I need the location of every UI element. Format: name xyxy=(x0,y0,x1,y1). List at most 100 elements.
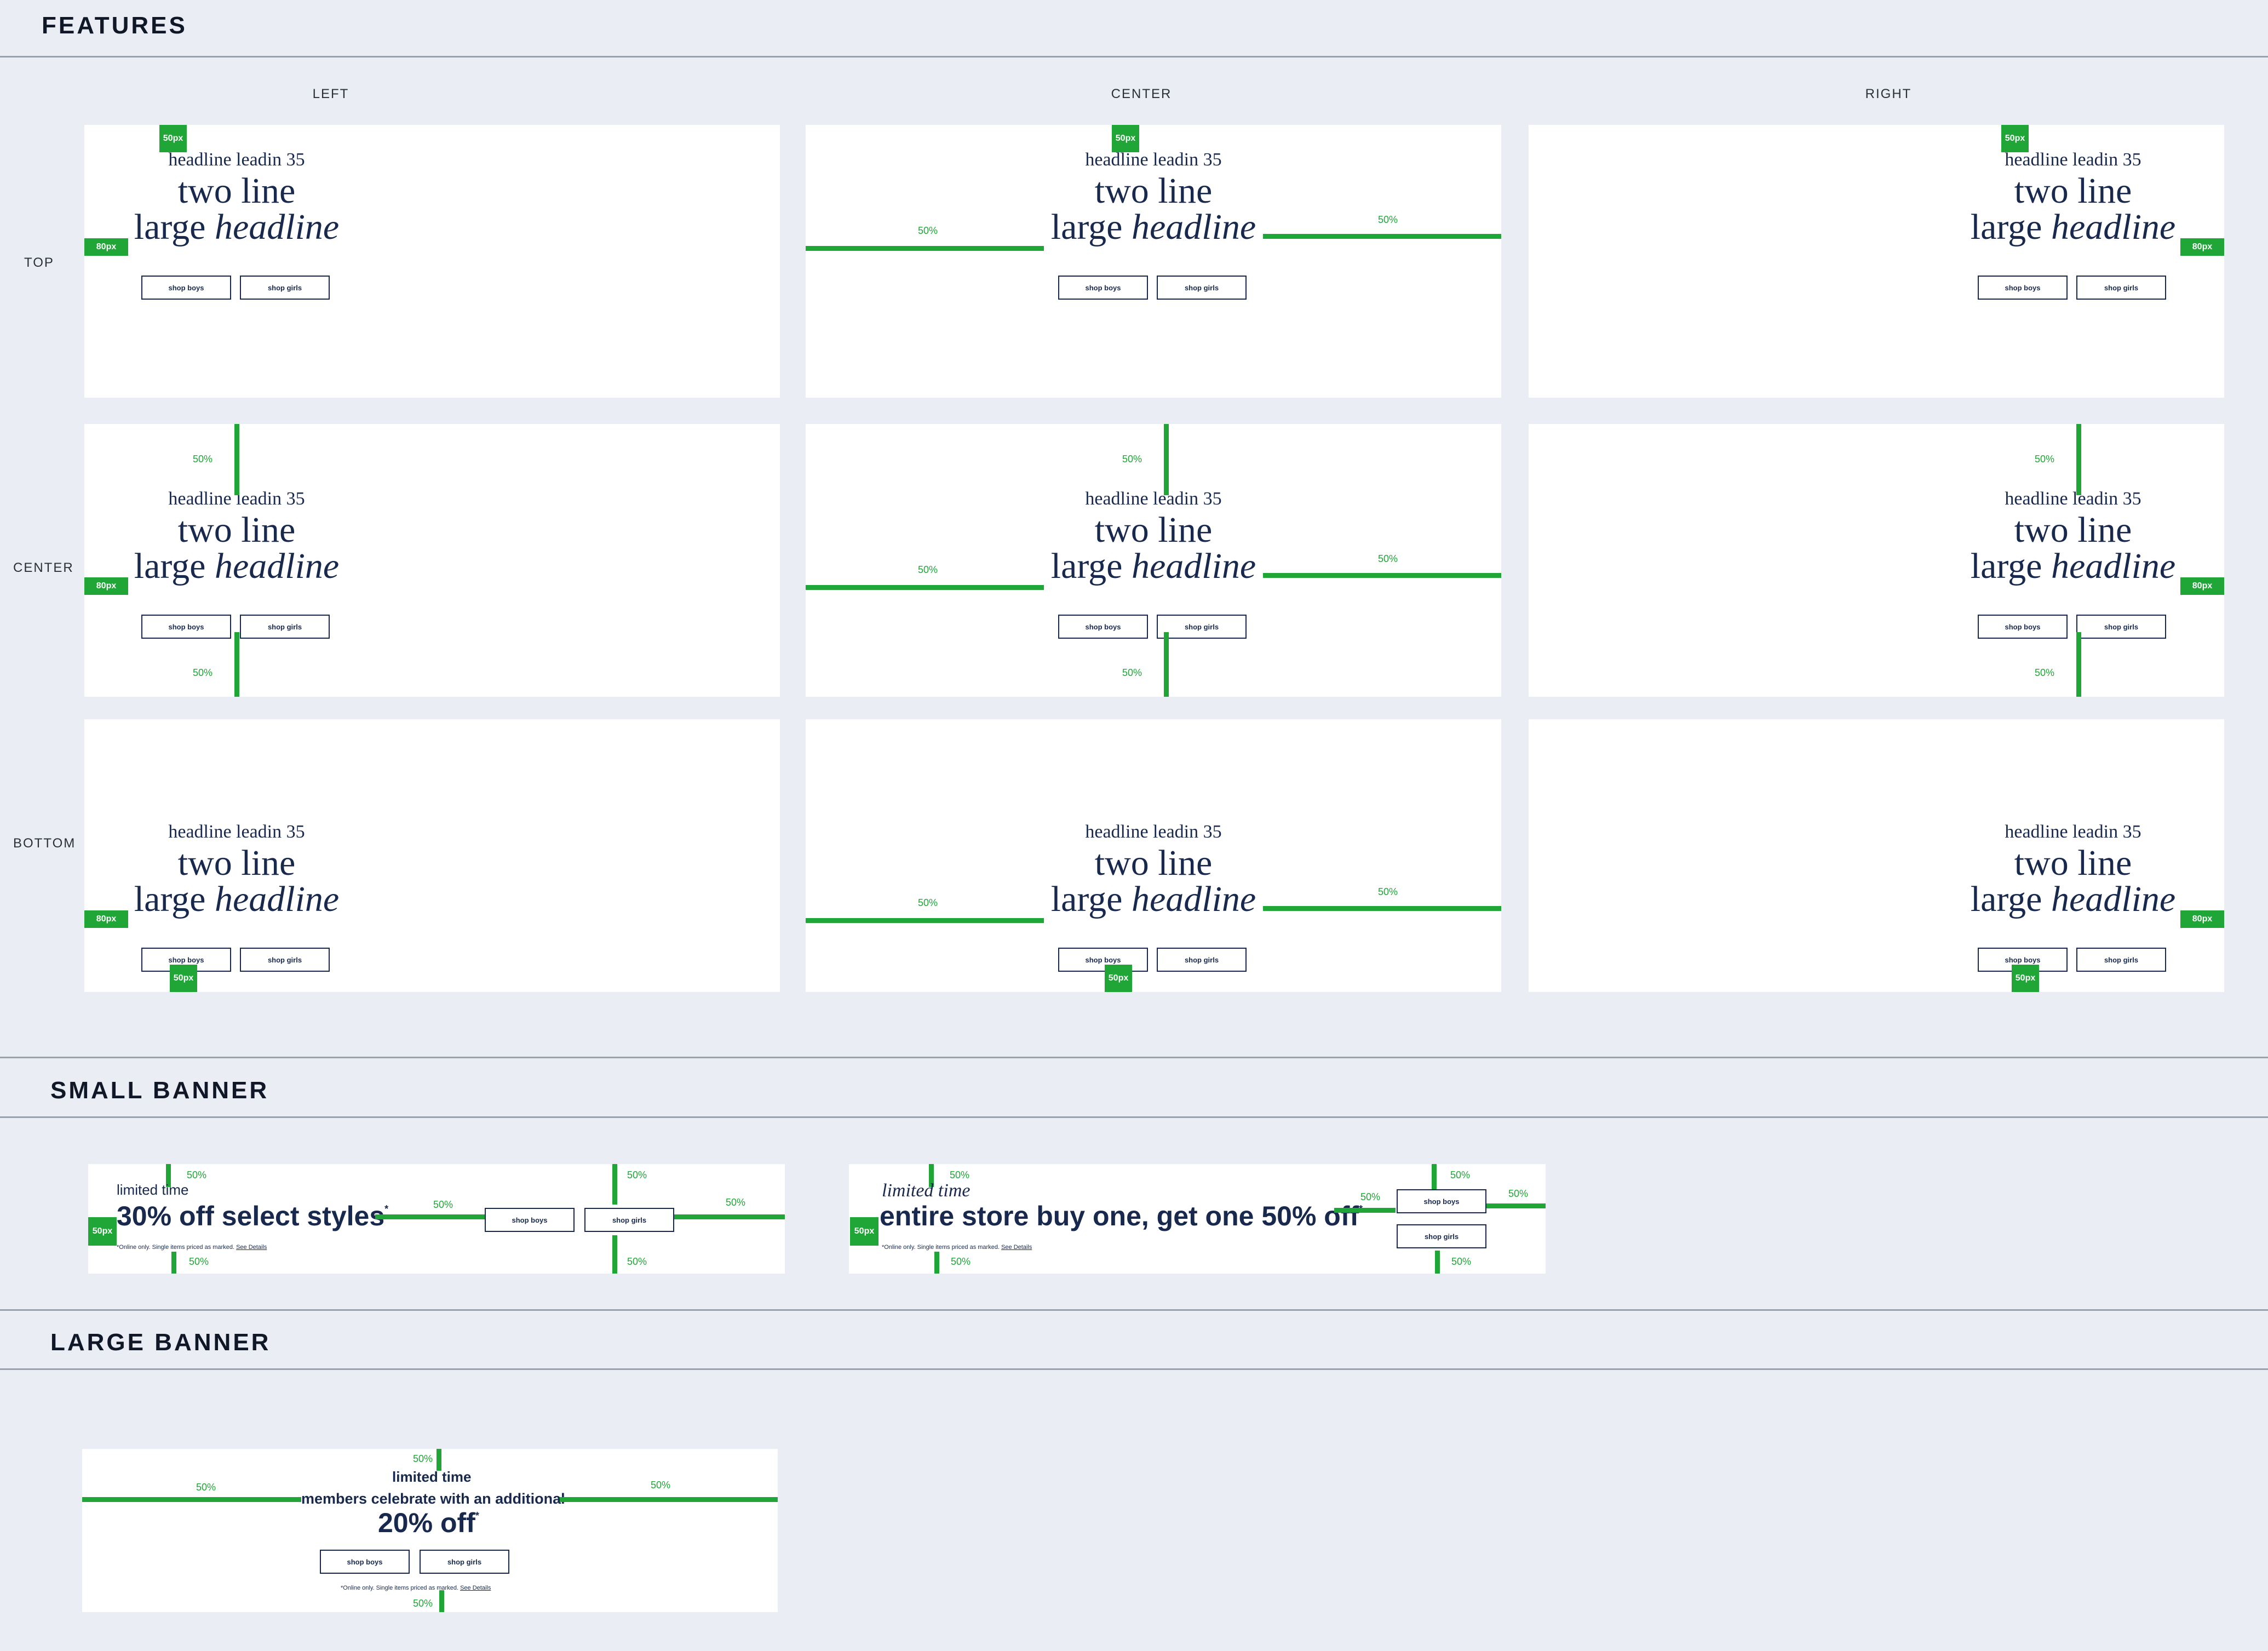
guide-80px-box: 80px xyxy=(2180,910,2224,928)
guide-50px-box: 50px xyxy=(850,1217,879,1246)
guide-label: 50% xyxy=(918,225,938,236)
guide-line xyxy=(2076,424,2081,495)
banner-line-1: members celebrate with an additional xyxy=(301,1491,565,1507)
shop-girls-button[interactable]: shop girls xyxy=(1157,948,1247,972)
shop-girls-button[interactable]: shop girls xyxy=(2076,948,2166,972)
guide-line xyxy=(1432,1164,1437,1189)
guide-label: 50% xyxy=(627,1170,647,1180)
shop-girls-button[interactable]: shop girls xyxy=(1157,276,1247,300)
shop-boys-button[interactable]: shop boys xyxy=(1978,276,2068,300)
headline-italic: headline xyxy=(214,546,340,586)
shop-boys-button[interactable]: shop boys xyxy=(1058,276,1148,300)
shop-boys-button[interactable]: shop boys xyxy=(141,615,231,639)
feature-panel-top-right: headline leadin 35 two line large headline… xyxy=(1529,125,2224,398)
shop-boys-button[interactable]: shop boys xyxy=(1058,615,1148,639)
guide-line xyxy=(437,1449,441,1471)
headline-plain: large xyxy=(1970,207,2051,247)
guide-50px-box: 50px xyxy=(159,125,187,152)
shop-boys-button[interactable]: shop boys xyxy=(141,276,231,300)
headline-line-2: large headline xyxy=(1017,209,1290,246)
headline-line-1: two line xyxy=(1094,510,1213,550)
guide-label: 50% xyxy=(413,1453,433,1464)
guide-80px-box: 80px xyxy=(84,238,128,256)
headline-italic: headline xyxy=(214,879,340,919)
see-details-link[interactable]: See Details xyxy=(1001,1244,1032,1251)
large-banner-divider xyxy=(0,1368,2268,1370)
guide-50px-box: 50px xyxy=(88,1217,117,1246)
headline-italic: headline xyxy=(214,207,340,247)
guide-label: 50% xyxy=(918,564,938,575)
see-details-link[interactable]: See Details xyxy=(460,1585,491,1591)
guide-label: 50% xyxy=(627,1256,647,1267)
headline-line-1: two line xyxy=(2014,171,2132,211)
feature-panel-top-center: headline leadin 35 two line large headline… xyxy=(806,125,1501,398)
shop-girls-button[interactable]: shop girls xyxy=(420,1550,509,1574)
guide-80px-box: 80px xyxy=(84,910,128,928)
shop-boys-button[interactable]: shop boys xyxy=(1058,948,1148,972)
column-label-left: LEFT xyxy=(312,87,349,101)
headline-italic: headline xyxy=(1131,546,1256,586)
headline-line-2: large headline xyxy=(100,548,374,585)
shop-girls-button[interactable]: shop girls xyxy=(240,948,330,972)
large-banner-title: LARGE BANNER xyxy=(50,1329,271,1356)
feature-panel-center-right: headline leadin 35 two line large headline… xyxy=(1529,424,2224,697)
guide-label: 50% xyxy=(918,897,938,908)
headline-line-2: large headline xyxy=(1936,881,2210,918)
shop-boys-button[interactable]: shop boys xyxy=(1397,1189,1486,1213)
guide-label: 50% xyxy=(651,1480,671,1491)
guide-label: 50% xyxy=(189,1256,209,1267)
guide-label: 50% xyxy=(1378,886,1398,897)
shop-girls-button[interactable]: shop girls xyxy=(584,1208,674,1232)
see-details-link[interactable]: See Details xyxy=(236,1244,267,1251)
shop-boys-button[interactable]: shop boys xyxy=(320,1550,410,1574)
guide-label: 50% xyxy=(196,1482,216,1493)
guide-line xyxy=(234,632,239,697)
banner-headline: 20% off* xyxy=(378,1507,479,1538)
guide-line xyxy=(934,1252,939,1274)
headline-leadin: headline leadin 35 xyxy=(1085,822,1222,842)
guide-80px-box: 80px xyxy=(2180,238,2224,256)
headline-line-2: large headline xyxy=(100,881,374,918)
guide-50px-box: 50px xyxy=(170,965,197,992)
banner-disclaimer: *Online only. Single items priced as mar… xyxy=(882,1244,1032,1251)
guide-line xyxy=(234,424,239,495)
guide-line xyxy=(1263,234,1501,239)
guide-line xyxy=(2076,632,2081,697)
banner-limited-time: limited time xyxy=(882,1180,971,1201)
guide-line xyxy=(1486,1203,1546,1208)
headline-italic: headline xyxy=(2051,546,2176,586)
guide-label: 50% xyxy=(950,1170,970,1180)
headline-plain: large xyxy=(1050,207,1132,247)
guide-50px-box: 50px xyxy=(2012,965,2039,992)
guide-label: 50% xyxy=(433,1199,453,1210)
headline-plain: large xyxy=(134,879,215,919)
guide-line xyxy=(674,1214,785,1219)
shop-boys-button[interactable]: shop boys xyxy=(485,1208,575,1232)
feature-panel-center-left: headline leadin 35 two line large headline… xyxy=(84,424,780,697)
shop-boys-button[interactable]: shop boys xyxy=(1978,615,2068,639)
guide-line xyxy=(1263,573,1501,578)
guide-line xyxy=(439,1590,444,1612)
headline-line-2: large headline xyxy=(1017,548,1290,585)
headline-italic: headline xyxy=(1131,207,1256,247)
column-label-right: RIGHT xyxy=(1865,87,1912,101)
banner-disclaimer: *Online only. Single items priced as mar… xyxy=(341,1585,491,1591)
guide-label: 50% xyxy=(726,1197,746,1208)
headline-line-2: large headline xyxy=(1017,881,1290,918)
guide-line xyxy=(612,1164,617,1205)
shop-girls-button[interactable]: shop girls xyxy=(1397,1224,1486,1248)
guide-line xyxy=(806,246,1044,251)
shop-girls-button[interactable]: shop girls xyxy=(2076,615,2166,639)
row-label-bottom: BOTTOM xyxy=(13,836,76,851)
headline-line-2: large headline xyxy=(1936,548,2210,585)
large-banner-top-divider xyxy=(0,1309,2268,1311)
features-title: FEATURES xyxy=(42,12,187,39)
headline-italic: headline xyxy=(2051,207,2176,247)
shop-girls-button[interactable]: shop girls xyxy=(1157,615,1247,639)
shop-girls-button[interactable]: shop girls xyxy=(2076,276,2166,300)
headline-line-1: two line xyxy=(1094,171,1213,211)
headline-line-1: two line xyxy=(177,171,296,211)
feature-panel-bottom-left: headline leadin 35 two line large headline… xyxy=(84,719,780,992)
shop-girls-button[interactable]: shop girls xyxy=(240,276,330,300)
shop-girls-button[interactable]: shop girls xyxy=(240,615,330,639)
